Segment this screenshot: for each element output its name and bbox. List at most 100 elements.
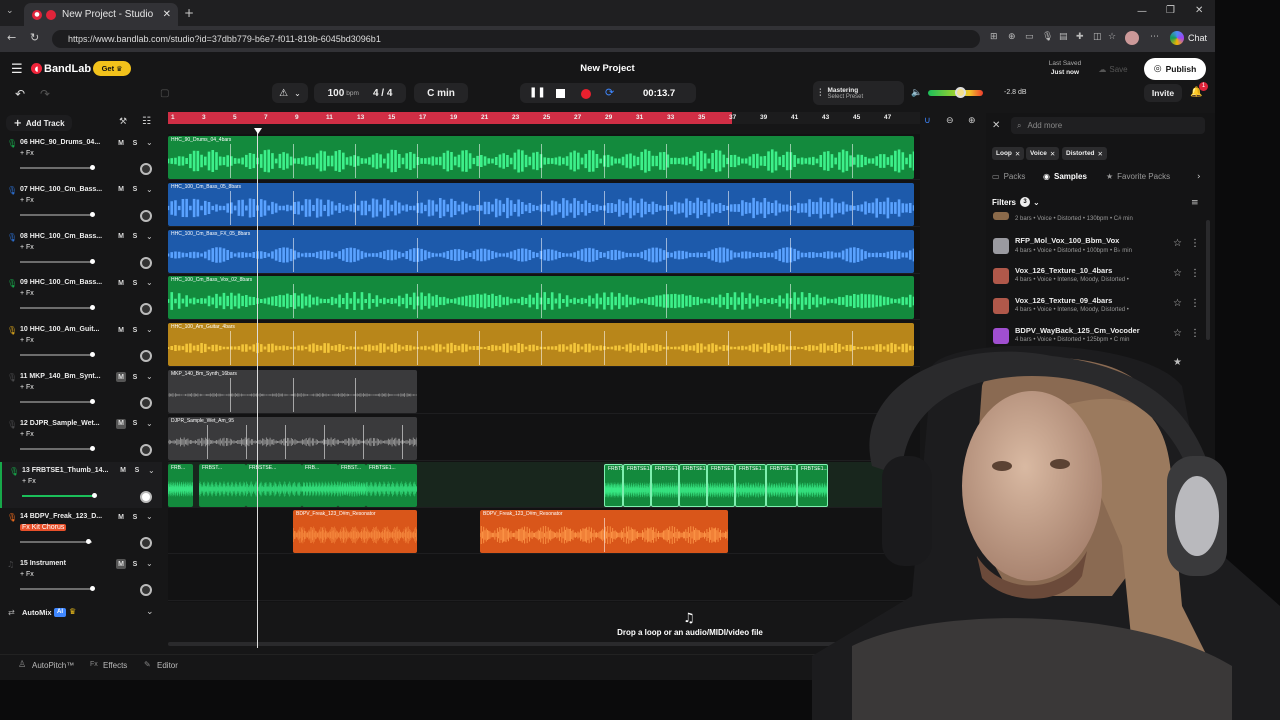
record-icon[interactable] bbox=[581, 89, 591, 99]
microphone-icon[interactable]: 🎙 bbox=[1042, 32, 1053, 42]
solo-button[interactable]: S bbox=[130, 325, 140, 335]
camera-icon[interactable]: ▭ bbox=[1025, 32, 1034, 42]
sample-item[interactable]: 2 bars • Voice • Distorted • 130bpm • C#… bbox=[990, 212, 1212, 228]
invite-button[interactable]: Invite bbox=[1144, 84, 1182, 102]
track-fx-button[interactable]: + Fx bbox=[20, 244, 34, 251]
minimize-icon[interactable]: — bbox=[1137, 6, 1147, 17]
track-pan-knob[interactable] bbox=[140, 256, 152, 269]
solo-button[interactable]: S bbox=[130, 278, 140, 288]
undo-icon[interactable]: ↶ bbox=[15, 87, 25, 101]
audio-clip[interactable]: FRBTSE1... bbox=[735, 463, 766, 507]
favorite-star-icon[interactable]: ☆ bbox=[1173, 298, 1182, 309]
mute-button[interactable]: M bbox=[116, 512, 126, 522]
track-pan-knob[interactable] bbox=[140, 163, 152, 175]
sample-options-icon[interactable]: ⋮ bbox=[1190, 328, 1200, 339]
track-fx-button[interactable]: + Fx bbox=[20, 337, 34, 344]
track-header[interactable]: 🎙 09 HHC_100_Cm_Bass... + Fx M S ⌄ bbox=[0, 274, 162, 320]
playhead[interactable] bbox=[257, 128, 258, 648]
install-app-icon[interactable]: ⊞ bbox=[990, 32, 998, 42]
track-header[interactable]: 🎙 12 DJPR_Sample_Wet... + Fx M S ⌄ bbox=[0, 415, 162, 461]
audio-clip[interactable]: FRBTSE1... bbox=[604, 463, 623, 507]
chevron-right-icon[interactable]: › bbox=[1197, 172, 1201, 182]
track-expand-icon[interactable]: ⌄ bbox=[146, 138, 153, 147]
solo-button[interactable]: S bbox=[130, 232, 140, 242]
automix-label[interactable]: AutoMix bbox=[22, 608, 52, 617]
solo-button[interactable]: S bbox=[130, 185, 140, 195]
audio-clip[interactable]: FRBST... bbox=[338, 463, 366, 507]
solo-button[interactable]: S bbox=[132, 466, 142, 476]
track-volume-slider[interactable] bbox=[20, 447, 92, 450]
audio-clip[interactable]: FRBTSE1... bbox=[679, 463, 707, 507]
track-header[interactable]: 🎙 11 MKP_140_Bm_Synt... + Fx M S ⌄ bbox=[0, 368, 162, 414]
reload-icon[interactable]: ↻ bbox=[30, 31, 39, 44]
track-expand-icon[interactable]: ⌄ bbox=[146, 559, 153, 568]
track-name[interactable]: 08 HHC_100_Cm_Bass... bbox=[20, 233, 102, 240]
sample-options-icon[interactable]: ⋮ bbox=[1190, 238, 1200, 249]
track-header[interactable]: 🎙 07 HHC_100_Cm_Bass... + Fx M S ⌄ bbox=[0, 181, 162, 227]
new-tab-icon[interactable]: + bbox=[184, 6, 194, 20]
track-fx-button[interactable]: + Fx bbox=[20, 290, 34, 297]
get-membership-button[interactable]: Get ♛ bbox=[93, 61, 131, 76]
track-header[interactable]: 🎙 10 HHC_100_Am_Guit... + Fx M S ⌄ bbox=[0, 321, 162, 367]
favorite-star-icon[interactable]: ☆ bbox=[1173, 268, 1182, 279]
solo-button[interactable]: S bbox=[130, 559, 140, 569]
track-fx-button[interactable]: Fx Kit Chorus bbox=[20, 524, 67, 532]
solo-button[interactable]: S bbox=[130, 372, 140, 382]
track-volume-slider[interactable] bbox=[20, 354, 92, 357]
copilot-icon[interactable] bbox=[1170, 31, 1184, 45]
solo-button[interactable]: S bbox=[130, 512, 140, 522]
audio-clip[interactable]: FRB... bbox=[302, 463, 338, 507]
key-button[interactable]: C min bbox=[414, 83, 468, 103]
add-track-button[interactable]: + Add Track bbox=[6, 115, 72, 131]
filter-chip-loop[interactable]: Loop ✕ bbox=[992, 147, 1025, 160]
volume-slider-thumb[interactable] bbox=[90, 399, 95, 404]
audio-clip[interactable]: FRBTSE1... bbox=[651, 463, 679, 507]
sample-item[interactable]: Vox_126_Texture_09_4bars 4 bars • Voice •… bbox=[990, 294, 1212, 324]
volume-slider-thumb[interactable] bbox=[90, 258, 95, 264]
track-settings-icon[interactable]: ☷ bbox=[142, 116, 151, 127]
track-volume-slider[interactable] bbox=[20, 167, 92, 169]
sample-list-scrollbar[interactable] bbox=[1206, 220, 1210, 340]
editor-button[interactable]: Editor bbox=[157, 661, 178, 670]
audio-clip[interactable]: BDPV_Freak_123_D#m_Resonator bbox=[480, 510, 728, 554]
effects-button[interactable]: Effects bbox=[103, 661, 127, 670]
track-name[interactable]: 09 HHC_100_Cm_Bass... bbox=[20, 279, 102, 286]
audio-clip[interactable]: BDPV_Freak_123_D#m_Resonator bbox=[293, 510, 417, 554]
redo-icon[interactable]: ↷ bbox=[40, 87, 50, 101]
mute-button[interactable]: M bbox=[116, 559, 126, 570]
mastering-button[interactable]: ⫶ Mastering Select Preset bbox=[813, 81, 904, 105]
track-header[interactable]: ♫ 15 Instrument + Fx M S ⌄ bbox=[0, 555, 162, 601]
volume-slider-thumb[interactable] bbox=[86, 539, 91, 545]
tempo-timesig-control[interactable]: 100 bpm 4 / 4 bbox=[314, 83, 406, 103]
track-volume-slider[interactable] bbox=[22, 494, 94, 497]
solo-button[interactable]: S bbox=[130, 419, 140, 429]
volume-slider-thumb[interactable] bbox=[90, 165, 95, 170]
favorite-star-icon[interactable]: ☆ bbox=[1173, 328, 1182, 339]
zoom-in-icon[interactable]: ⊕ bbox=[968, 116, 976, 126]
tab-list-icon[interactable]: ⌄ bbox=[6, 6, 14, 16]
track-pan-knob[interactable] bbox=[140, 209, 152, 222]
track-expand-icon[interactable]: ⌄ bbox=[146, 419, 153, 428]
close-panel-icon[interactable]: ✕ bbox=[992, 120, 1000, 131]
audio-clip[interactable]: MKP_140_Bm_Synth_16bars bbox=[168, 370, 417, 413]
track-pan-knob[interactable] bbox=[140, 397, 152, 409]
track-volume-slider[interactable] bbox=[20, 213, 92, 216]
sample-item[interactable]: RFP_Mol_Vox_100_Bbm_Vox 4 bars • Voice • … bbox=[990, 234, 1212, 264]
track-header[interactable]: 🎙 13 FRBTSE1_Thumb_14... + Fx M S ⌄ bbox=[0, 461, 162, 508]
volume-icon[interactable]: 🔈 bbox=[911, 88, 922, 98]
zoom-icon[interactable]: ⊕ bbox=[1008, 32, 1016, 42]
mute-button[interactable]: M bbox=[116, 232, 126, 242]
sample-item[interactable]: Vox_126_Texture_10_4bars 4 bars • Voice •… bbox=[990, 264, 1212, 294]
close-window-icon[interactable]: ✕ bbox=[1195, 5, 1203, 16]
track-expand-icon[interactable]: ⌄ bbox=[146, 512, 153, 521]
track-volume-slider[interactable] bbox=[20, 307, 92, 310]
track-pan-knob[interactable] bbox=[140, 537, 152, 550]
audio-clip[interactable]: FRB... bbox=[168, 463, 193, 507]
track-name[interactable]: 10 HHC_100_Am_Guit... bbox=[20, 326, 99, 333]
track-name[interactable]: 15 Instrument bbox=[20, 560, 66, 567]
volume-slider-thumb[interactable] bbox=[90, 305, 95, 311]
snap-magnet-icon[interactable]: ∪ bbox=[924, 116, 931, 126]
back-icon[interactable]: ← bbox=[7, 31, 16, 44]
track-lane[interactable] bbox=[168, 555, 920, 602]
filters-button[interactable]: Filters 3 ⌄ bbox=[992, 197, 1040, 207]
